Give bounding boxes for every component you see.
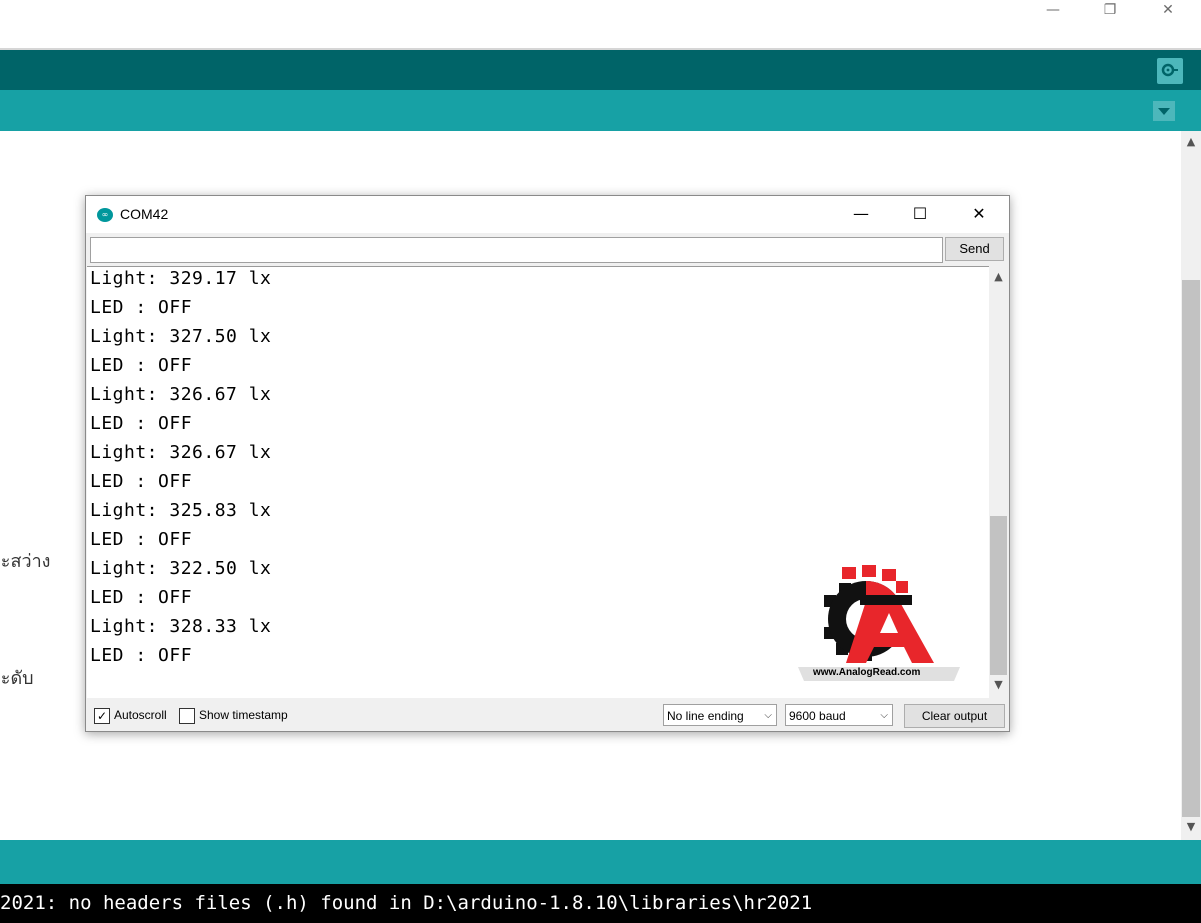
- output-line: LED : OFF: [90, 471, 193, 492]
- minimize-icon[interactable]: —: [841, 202, 881, 226]
- analogread-logo-icon: [798, 565, 960, 681]
- maximize-icon[interactable]: ☐: [900, 202, 940, 226]
- scroll-down-icon[interactable]: ▼: [1181, 818, 1201, 836]
- output-line: LED : OFF: [90, 645, 193, 666]
- output-line: Light: 322.50 lx: [90, 558, 272, 579]
- timestamp-label: Show timestamp: [199, 708, 288, 722]
- send-input[interactable]: [90, 237, 943, 263]
- close-icon[interactable]: ✕: [1138, 0, 1198, 20]
- autoscroll-checkbox[interactable]: ✓: [94, 708, 110, 724]
- window-title: COM42: [120, 206, 169, 222]
- scroll-up-icon[interactable]: ▲: [1181, 133, 1201, 151]
- chevron-down-icon: ⌵: [764, 710, 772, 721]
- watermark-text: www.AnalogRead.com: [813, 667, 921, 678]
- ide-titlebar: — ❐ ✕: [0, 0, 1201, 48]
- output-line: Light: 328.33 lx: [90, 616, 272, 637]
- output-line: LED : OFF: [90, 355, 193, 376]
- send-button[interactable]: Send: [945, 237, 1004, 261]
- editor-scroll-thumb[interactable]: [1182, 280, 1200, 817]
- baud-rate-value: 9600 baud: [789, 709, 846, 723]
- line-ending-select[interactable]: No line ending ⌵: [663, 704, 777, 726]
- analogread-watermark: www.AnalogRead.com: [798, 565, 960, 683]
- serial-monitor-titlebar: ∞ COM42 — ☐ ✕: [86, 196, 1009, 233]
- ide-status-bar: [0, 840, 1201, 884]
- output-line: LED : OFF: [90, 529, 193, 550]
- output-lines: Light: 329.17 lx LED : OFF Light: 327.50 l…: [90, 267, 271, 673]
- line-ending-value: No line ending: [667, 709, 744, 723]
- scroll-up-icon[interactable]: ▲: [989, 268, 1008, 286]
- serial-monitor-footer: ✓ Autoscroll Show timestamp No line endi…: [86, 698, 1009, 731]
- output-line: Light: 325.83 lx: [90, 500, 272, 521]
- restore-icon[interactable]: ❐: [1080, 0, 1140, 20]
- scroll-down-icon[interactable]: ▼: [989, 676, 1008, 694]
- minimize-icon[interactable]: —: [1023, 0, 1083, 20]
- output-line: Light: 327.50 lx: [90, 326, 272, 347]
- triangle-down-icon[interactable]: [1153, 101, 1175, 121]
- timestamp-checkbox[interactable]: [179, 708, 195, 724]
- output-line: Light: 326.67 lx: [90, 384, 272, 405]
- console-message: 2021: no headers files (.h) found in D:\…: [0, 892, 813, 914]
- editor-text-fragment: อะสว่าง: [0, 551, 51, 572]
- arduino-logo-icon: ∞: [97, 208, 113, 222]
- serial-monitor-button[interactable]: [1157, 58, 1183, 84]
- baud-rate-select[interactable]: 9600 baud ⌵: [785, 704, 893, 726]
- editor-text-fragment: อะดับ: [0, 668, 34, 689]
- ide-toolbar: [0, 50, 1201, 90]
- output-line: LED : OFF: [90, 587, 193, 608]
- output-line: Light: 326.67 lx: [90, 442, 272, 463]
- output-line: LED : OFF: [90, 413, 193, 434]
- output-scroll-thumb[interactable]: [990, 516, 1007, 675]
- ide-console: 2021: no headers files (.h) found in D:\…: [0, 884, 1201, 923]
- clear-output-button[interactable]: Clear output: [904, 704, 1005, 728]
- magnifier-icon: [1161, 63, 1178, 77]
- autoscroll-label: Autoscroll: [114, 708, 167, 722]
- output-line: Light: 329.17 lx: [90, 268, 272, 289]
- ide-tabbar: [0, 90, 1201, 131]
- close-icon[interactable]: ✕: [959, 202, 999, 226]
- chevron-down-icon: ⌵: [880, 710, 888, 721]
- output-line: LED : OFF: [90, 297, 193, 318]
